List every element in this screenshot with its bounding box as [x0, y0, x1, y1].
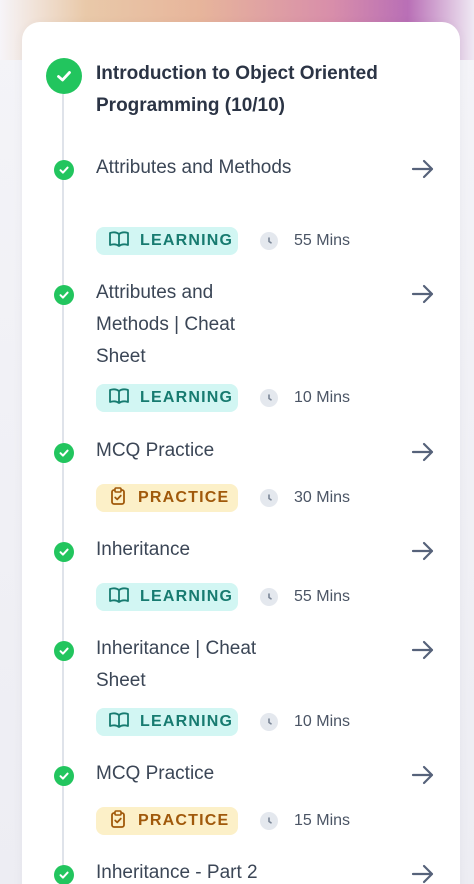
- clipboard-check-icon: [108, 486, 128, 511]
- lesson-title: Attributes and Methods: [96, 157, 292, 178]
- lesson-duration: 10 Mins: [294, 713, 351, 730]
- badge-label: LEARNING: [140, 588, 234, 605]
- arrow-right-icon[interactable]: [410, 156, 436, 182]
- lesson-meta: PRACTICE 30 Mins: [96, 484, 426, 512]
- check-circle-icon: [46, 58, 82, 94]
- check-circle-icon: [54, 285, 74, 305]
- book-open-icon: [108, 387, 130, 410]
- clock-icon: [260, 588, 278, 606]
- badge-label: PRACTICE: [138, 489, 230, 506]
- lesson-duration: 55 Mins: [294, 232, 351, 249]
- check-circle-icon: [54, 443, 74, 463]
- practice-badge: PRACTICE: [96, 484, 238, 512]
- lesson-meta: LEARNING 10 Mins: [96, 708, 426, 736]
- module-title: Introduction to Object Oriented Programm…: [96, 63, 378, 116]
- badge-label: PRACTICE: [138, 812, 230, 829]
- lesson-title: Inheritance - Part 2: [96, 862, 258, 883]
- learning-badge: LEARNING: [96, 384, 238, 412]
- lesson-title: Inheritance: [96, 539, 191, 560]
- check-circle-icon: [54, 160, 74, 180]
- clock-icon: [260, 812, 278, 830]
- arrow-right-icon[interactable]: [410, 637, 436, 663]
- book-open-icon: [108, 711, 130, 734]
- lesson-meta: LEARNING 55 Mins: [96, 583, 426, 611]
- check-circle-icon: [54, 865, 74, 884]
- lesson-meta: LEARNING 10 Mins: [96, 384, 426, 412]
- timeline-line: [62, 90, 64, 884]
- lesson-title: MCQ Practice: [96, 440, 215, 461]
- badge-label: LEARNING: [140, 713, 234, 730]
- clock-icon: [260, 389, 278, 407]
- lesson-title: Inheritance | Cheat Sheet: [96, 638, 257, 691]
- course-page: Introduction to Object Oriented Programm…: [0, 0, 474, 884]
- arrow-right-icon[interactable]: [410, 281, 436, 307]
- lesson-duration: 30 Mins: [294, 489, 351, 506]
- badge-label: LEARNING: [140, 232, 234, 249]
- lesson-duration: 15 Mins: [294, 812, 351, 829]
- learning-badge: LEARNING: [96, 583, 238, 611]
- learning-badge: LEARNING: [96, 227, 238, 255]
- arrow-right-icon[interactable]: [410, 439, 436, 465]
- lesson-title: MCQ Practice: [96, 763, 215, 784]
- book-open-icon: [108, 230, 130, 253]
- clock-icon: [260, 232, 278, 250]
- lesson-meta: LEARNING 55 Mins: [96, 227, 426, 255]
- practice-badge: PRACTICE: [96, 807, 238, 835]
- arrow-right-icon[interactable]: [410, 762, 436, 788]
- check-circle-icon: [54, 542, 74, 562]
- check-circle-icon: [54, 766, 74, 786]
- learning-badge: LEARNING: [96, 708, 238, 736]
- arrow-right-icon[interactable]: [410, 861, 436, 884]
- clipboard-check-icon: [108, 809, 128, 834]
- lesson-duration: 55 Mins: [294, 588, 351, 605]
- book-open-icon: [108, 586, 130, 609]
- arrow-right-icon[interactable]: [410, 538, 436, 564]
- lesson-meta: PRACTICE 15 Mins: [96, 807, 426, 835]
- clock-icon: [260, 713, 278, 731]
- clock-icon: [260, 489, 278, 507]
- check-circle-icon: [54, 641, 74, 661]
- badge-label: LEARNING: [140, 389, 234, 406]
- lesson-title: Attributes and Methods | Cheat Sheet: [96, 282, 236, 367]
- lesson-duration: 10 Mins: [294, 389, 351, 406]
